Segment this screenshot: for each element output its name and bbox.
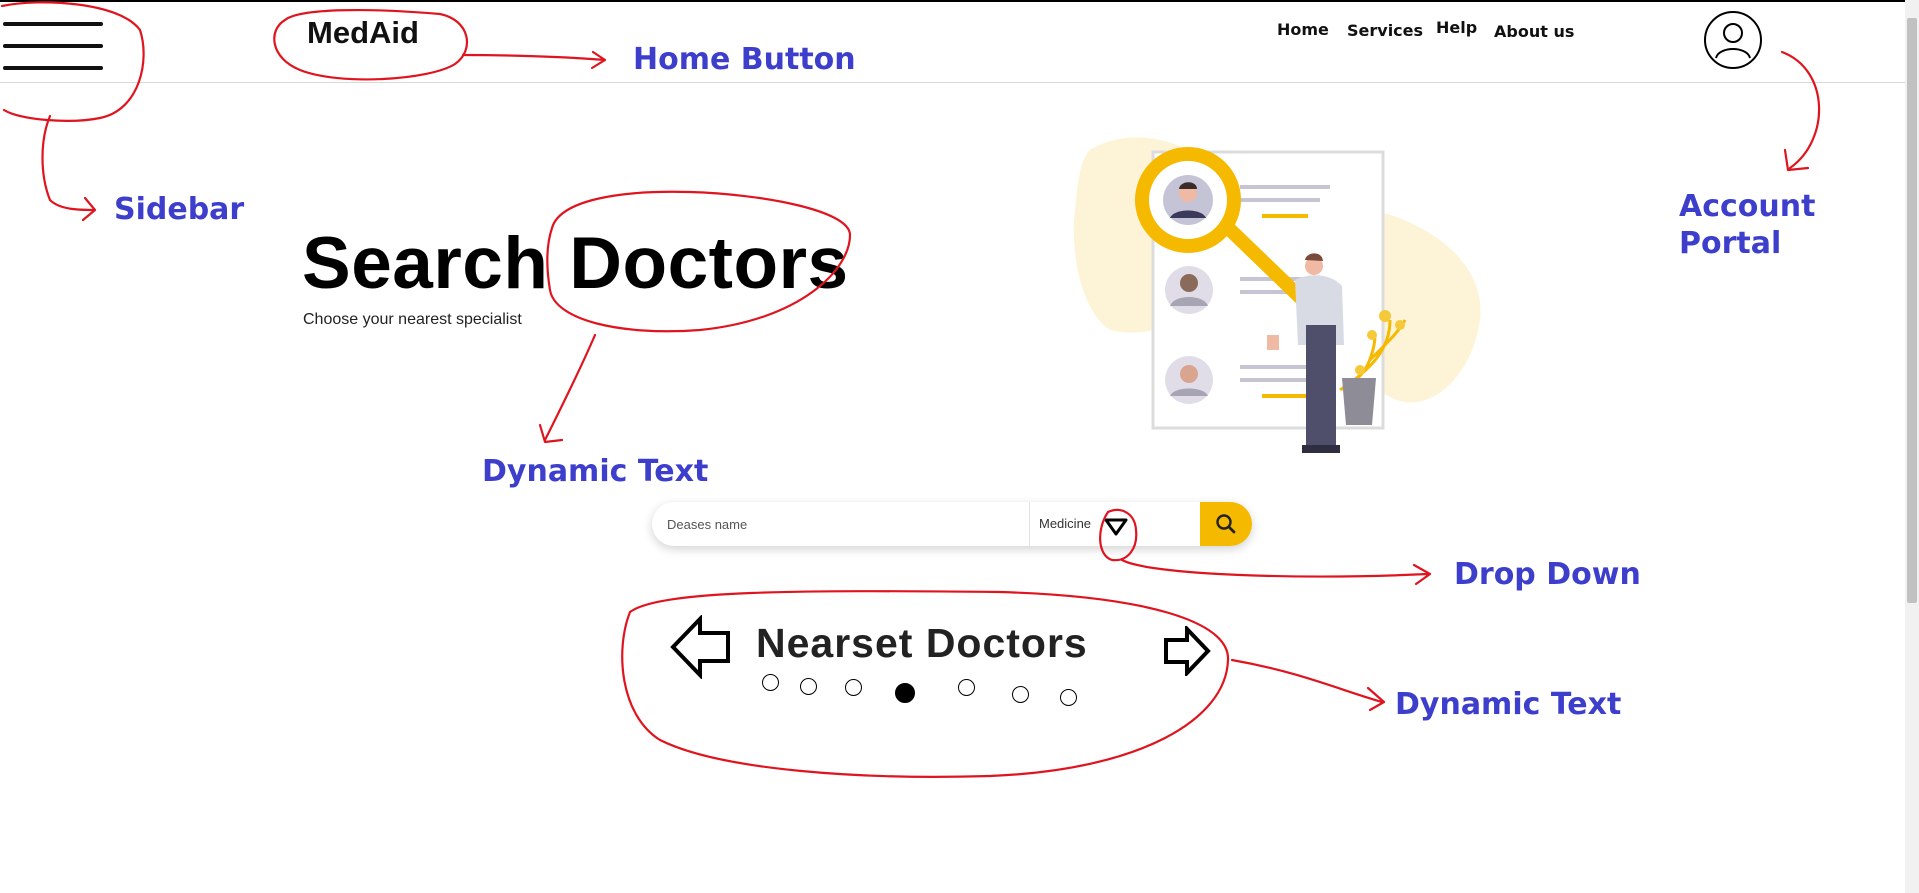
account-annotation-arrow (1780, 50, 1821, 172)
annotation-drop-down: Drop Down (1454, 557, 1641, 592)
title-annotation-arrow (538, 333, 597, 444)
search-button[interactable] (1200, 502, 1252, 546)
search-bar: Medicine (652, 502, 1252, 546)
carousel-dot[interactable] (958, 679, 975, 696)
annotation-dynamic-text-title: Dynamic Text (482, 454, 709, 489)
annotation-account-line1: Account (1679, 189, 1816, 224)
annotation-overlay (0, 1, 1821, 778)
annotation-sidebar: Sidebar (114, 192, 245, 227)
scrollbar-thumb[interactable] (1907, 18, 1917, 603)
carousel-dot[interactable] (845, 679, 862, 696)
carousel-next-arrow-icon[interactable] (1163, 626, 1211, 676)
header-divider (0, 82, 1905, 83)
carousel-prev-arrow-icon[interactable] (670, 615, 732, 679)
carousel-dot[interactable] (1012, 686, 1029, 703)
carousel-annotation-arrow (1230, 658, 1386, 712)
annotation-account-line2: Portal (1679, 226, 1782, 261)
nav-home[interactable]: Home (1277, 20, 1329, 39)
carousel-dot[interactable] (800, 678, 817, 695)
doctor-search-illustration (1073, 137, 1481, 453)
annotation-dynamic-text-carousel: Dynamic Text (1395, 687, 1622, 722)
page-title: Search Doctors (302, 223, 849, 304)
nav-services[interactable]: Services (1347, 21, 1423, 40)
home-annotation-arrow (461, 50, 607, 70)
nav-about-us[interactable]: About us (1494, 22, 1574, 41)
search-divider (1029, 502, 1030, 546)
page-subtitle: Choose your nearest specialist (303, 311, 522, 328)
disease-name-input[interactable] (652, 502, 1027, 546)
search-icon (1216, 514, 1236, 534)
dropdown-annotation-arrow (1120, 558, 1432, 586)
carousel-dot-active[interactable] (895, 683, 915, 703)
account-user-icon[interactable] (1703, 10, 1763, 70)
category-select[interactable]: Medicine (1039, 516, 1091, 531)
sidebar-annotation-arrow (41, 114, 97, 222)
hamburger-menu-icon[interactable] (0, 20, 106, 72)
nav-help[interactable]: Help (1436, 18, 1477, 37)
window-top-border (0, 0, 1919, 2)
carousel-dot[interactable] (762, 674, 779, 691)
dropdown-triangle-icon[interactable] (1104, 518, 1128, 536)
carousel-title: Nearset Doctors (756, 620, 1088, 666)
carousel-dot[interactable] (1060, 689, 1077, 706)
scrollbar-track[interactable] (1905, 0, 1919, 893)
home-logo-button[interactable]: MedAid (307, 15, 419, 51)
annotation-home-button: Home Button (633, 42, 856, 77)
